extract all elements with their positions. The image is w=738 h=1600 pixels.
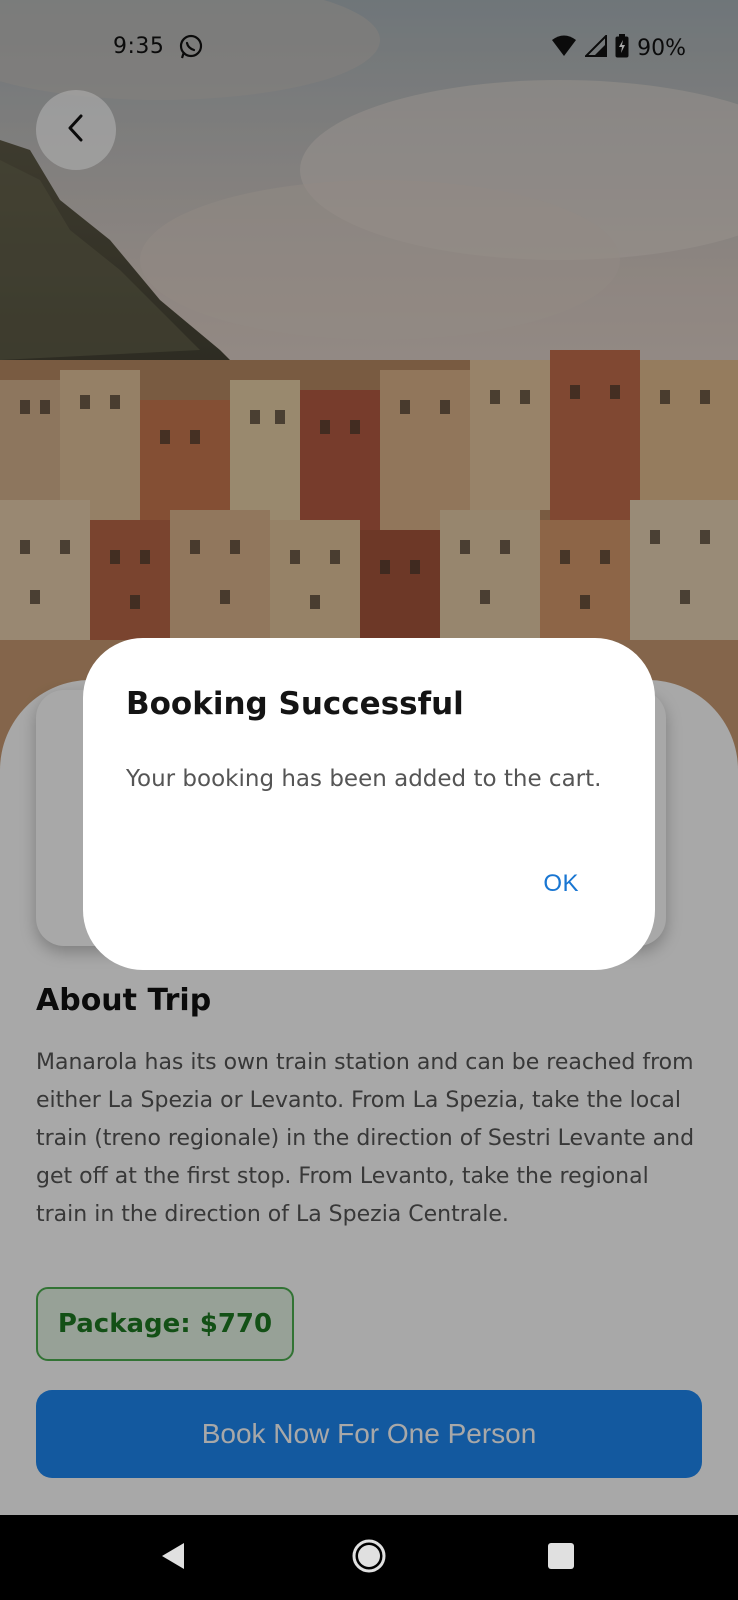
ok-button[interactable]: OK <box>537 866 585 902</box>
nav-back-button[interactable] <box>128 1515 218 1600</box>
system-navigation-bar <box>0 1515 738 1600</box>
nav-recents-button[interactable] <box>516 1515 606 1600</box>
nav-home-button[interactable] <box>324 1515 414 1600</box>
booking-success-dialog: Booking Successful Your booking has been… <box>83 638 655 970</box>
nav-home-icon <box>351 1538 387 1578</box>
dialog-title: Booking Successful <box>126 686 464 722</box>
nav-back-icon <box>160 1541 186 1575</box>
nav-recents-icon <box>547 1542 575 1574</box>
dialog-message: Your booking has been added to the cart. <box>126 766 602 792</box>
